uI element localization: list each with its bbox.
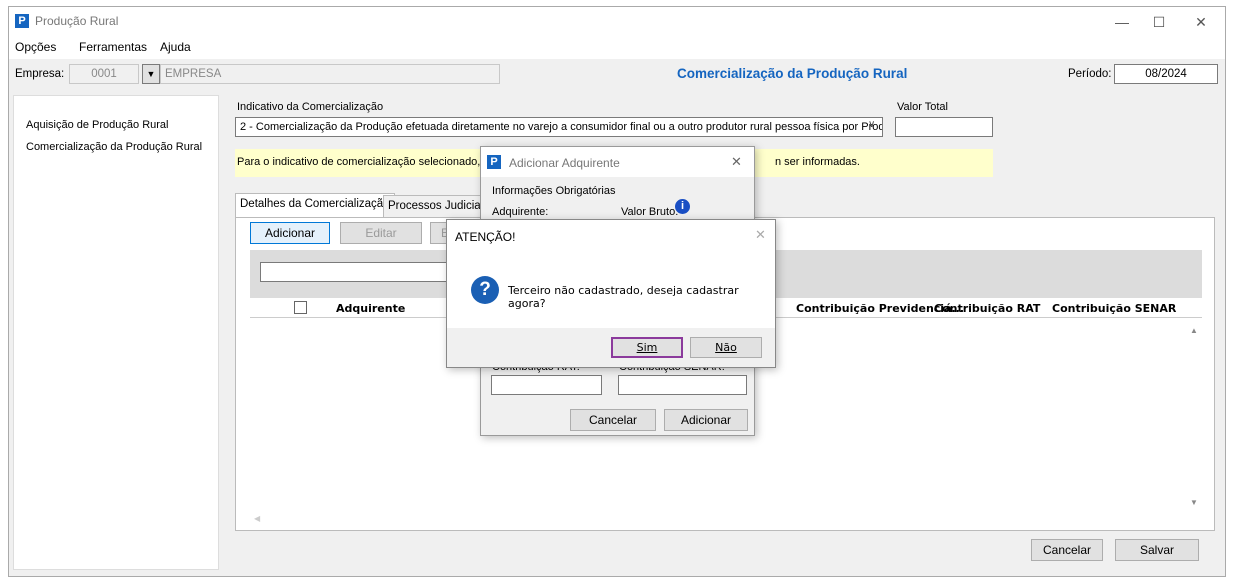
- empresa-dropdown-icon[interactable]: ▼: [142, 64, 160, 84]
- col-contribuicao-senar[interactable]: Contribuição SENAR: [1052, 302, 1176, 315]
- sidebar: Aquisição de Produção Rural Comercializa…: [13, 95, 219, 570]
- cancel-button[interactable]: Cancelar: [1031, 539, 1103, 561]
- sidebar-item-aquisicao[interactable]: Aquisição de Produção Rural: [26, 119, 168, 131]
- title-bar: P Produção Rural — ☐ ✕: [9, 7, 1225, 37]
- periodo-label: Período:: [1068, 68, 1112, 80]
- menu-ferramentas[interactable]: Ferramentas: [79, 40, 147, 54]
- info-text-left: Para o indicativo de comercialização sel…: [237, 156, 496, 168]
- maximize-button[interactable]: ☐: [1144, 12, 1174, 32]
- periodo-field[interactable]: 08/2024: [1114, 64, 1218, 84]
- indicativo-select[interactable]: 2 - Comercialização da Produção efetuada…: [235, 117, 883, 137]
- col-adquirente[interactable]: Adquirente: [336, 302, 405, 315]
- info-text-right: n ser informadas.: [775, 156, 860, 168]
- filter-input[interactable]: [260, 262, 460, 282]
- valor-bruto-label: Valor Bruto:: [621, 206, 679, 218]
- menu-bar: Opções Ferramentas Ajuda: [9, 37, 1225, 59]
- info-icon[interactable]: i: [675, 199, 690, 214]
- valor-total-field[interactable]: [895, 117, 993, 137]
- alert-body: ATENÇÃO! ✕ ? Terceiro não cadastrado, de…: [447, 220, 775, 328]
- close-button[interactable]: ✕: [1186, 12, 1216, 32]
- scroll-down-icon[interactable]: ▼: [1190, 498, 1198, 507]
- tab-detalhes[interactable]: Detalhes da Comercialização: [235, 193, 395, 217]
- alert-title: ATENÇÃO!: [455, 230, 516, 244]
- close-icon[interactable]: ✕: [755, 227, 766, 243]
- alert-dialog: ATENÇÃO! ✕ ? Terceiro não cadastrado, de…: [446, 219, 776, 368]
- alert-message: Terceiro não cadastrado, deseja cadastra…: [508, 284, 739, 310]
- menu-opcoes[interactable]: Opções: [15, 40, 56, 54]
- senar-field[interactable]: [618, 375, 747, 395]
- add-dialog-cancel-button[interactable]: Cancelar: [570, 409, 656, 431]
- add-dialog-add-button[interactable]: Adicionar: [664, 409, 748, 431]
- menu-ajuda[interactable]: Ajuda: [160, 40, 191, 54]
- tab-processos[interactable]: Processos Judiciais: [383, 195, 494, 217]
- close-icon[interactable]: ✕: [731, 154, 742, 170]
- empresa-label: Empresa:: [15, 68, 65, 80]
- no-button[interactable]: Não: [690, 337, 762, 358]
- scroll-up-icon[interactable]: ▲: [1190, 326, 1198, 335]
- app-icon: P: [15, 14, 29, 28]
- add-dialog-title: Adicionar Adquirente: [509, 156, 620, 170]
- empresa-name-field: EMPRESA: [160, 64, 500, 84]
- edit-button[interactable]: Editar: [340, 222, 422, 244]
- add-button[interactable]: Adicionar: [250, 222, 330, 244]
- select-all-checkbox[interactable]: [294, 301, 307, 314]
- app-icon: P: [487, 155, 501, 169]
- page-heading: Comercialização da Produção Rural: [677, 66, 908, 81]
- adquirente-label: Adquirente:: [492, 206, 549, 218]
- minimize-button[interactable]: —: [1107, 12, 1137, 32]
- scroll-left-icon[interactable]: ◀: [254, 514, 260, 523]
- yes-button[interactable]: Sim: [611, 337, 683, 358]
- add-dialog-titlebar: P Adicionar Adquirente ✕: [481, 147, 754, 177]
- save-button[interactable]: Salvar: [1115, 539, 1199, 561]
- valor-total-label: Valor Total: [897, 101, 948, 113]
- question-icon: ?: [471, 276, 499, 304]
- add-dialog-section: Informações Obrigatórias: [492, 185, 616, 197]
- col-contribuicao-rat[interactable]: Contribuição RAT: [934, 302, 1040, 315]
- chevron-down-icon: ∨: [868, 119, 876, 130]
- indicativo-label: Indicativo da Comercialização: [237, 101, 384, 113]
- sidebar-item-comercializacao[interactable]: Comercialização da Produção Rural: [26, 141, 202, 153]
- empresa-code-field[interactable]: 0001: [69, 64, 139, 84]
- window-title: Produção Rural: [35, 14, 119, 28]
- rat-field[interactable]: [491, 375, 602, 395]
